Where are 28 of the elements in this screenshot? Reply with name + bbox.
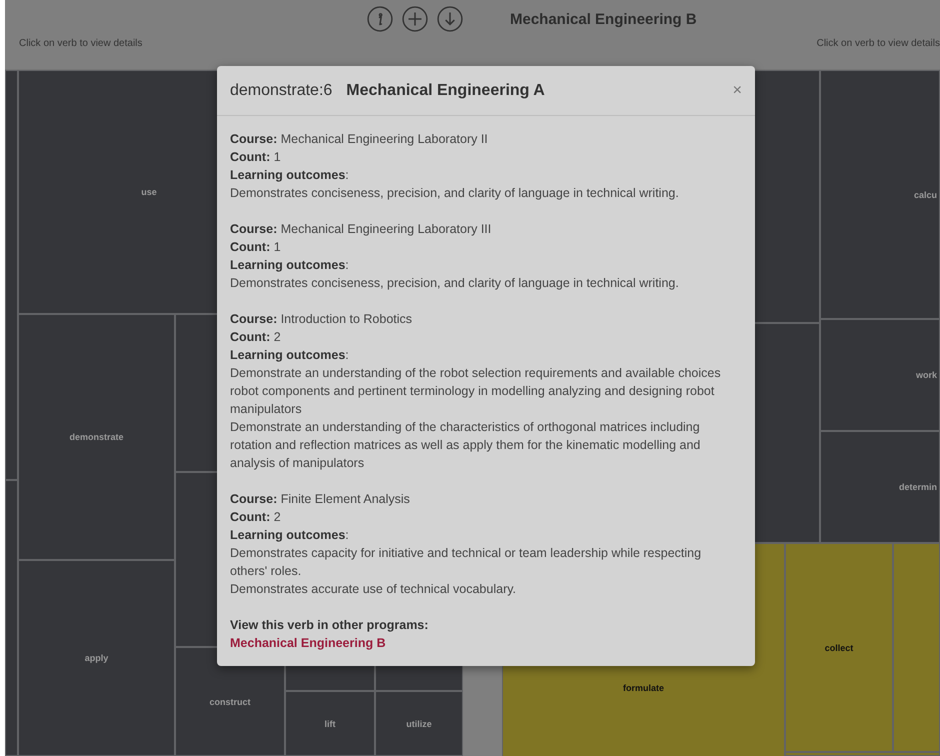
verb-label: apply [84, 653, 108, 663]
verb-label: collect [824, 642, 854, 652]
hint-text: Click on verb to view details [816, 38, 940, 49]
learning-outcome: Demonstrates accurate use of technical vocabulary. [230, 581, 518, 598]
course-line: Course: Finite Element Analysis [230, 491, 411, 508]
outcomes-heading: Learning outcomes: [230, 527, 350, 544]
verb-label: work [916, 370, 937, 380]
verb-label: use [141, 187, 157, 197]
count-line: Count: 1 [230, 239, 282, 256]
verb-label: calcu [914, 190, 937, 200]
verb-label: construct [209, 696, 250, 706]
other-programs-heading: View this verb in other programs: [230, 617, 430, 634]
count-line: Count: 2 [230, 509, 282, 526]
program-title: Mechanical Engineering B [510, 10, 697, 28]
course-line: Course: Introduction to Robotics [230, 311, 414, 328]
count-line: Count: 1 [230, 149, 282, 166]
hint-text: Click on verb to view details [19, 38, 142, 49]
outcomes-heading: Learning outcomes: [230, 347, 350, 364]
verb-label: demonstrate [69, 432, 124, 442]
verb-label: utilize [406, 718, 432, 728]
program-name: Mechanical Engineering A [346, 82, 545, 100]
learning-outcome: Demonstrate an understanding of the robot selection requirements and available choices robot components and pertinent terminology in modelling analyzing and designing robot manipulators [230, 365, 722, 418]
learning-outcome: Demonstrates capacity for initiative and technical or team leadership while respecting others' roles. [230, 545, 702, 580]
verb-label: formulate [622, 683, 664, 693]
count-line: Count: 2 [230, 329, 282, 346]
verb-label: determin [898, 482, 937, 492]
learning-outcome: Demonstrate an understanding of the characteristics of orthogonal matrices including rotation and reflection matrices as well as apply them for the kinematic modelling and analysis of manipulators [230, 419, 702, 472]
verb-label: lift [324, 718, 336, 728]
